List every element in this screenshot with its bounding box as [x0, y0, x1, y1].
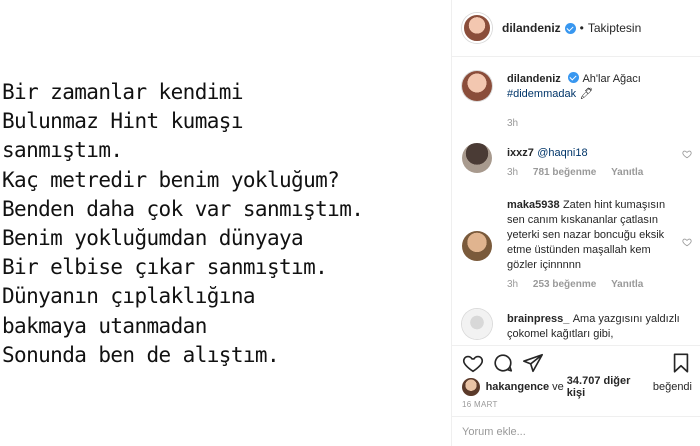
caption: dilandeniz Ah'lar Ağacı #didemmadak 🖊 3h [462, 71, 692, 141]
comment-likes[interactable]: 253 beğenme [533, 279, 596, 290]
avatar[interactable] [462, 143, 492, 173]
liker-username[interactable]: hakangence [486, 381, 550, 393]
verified-badge-icon [568, 72, 580, 83]
post-header: dilandeniz • Takiptesin [452, 0, 700, 57]
comment-item: brainpress_ Ama yazgısını yaldızlı çokom… [462, 309, 692, 345]
poem-line: Bir elbise çıkar sanmıştım. [2, 255, 328, 280]
post-date[interactable]: 16 MART [462, 400, 498, 409]
header-username[interactable]: dilandeniz [502, 21, 561, 35]
comments-list[interactable]: dilandeniz Ah'lar Ağacı #didemmadak 🖊 3h… [452, 57, 700, 345]
poem-line: bakmaya utanmadan [2, 313, 207, 338]
comment-time[interactable]: 3h [507, 279, 518, 290]
poem-line: Sonunda ben de alıştım. [2, 342, 280, 367]
comment-username[interactable]: brainpress_ [507, 313, 569, 325]
avatar[interactable] [462, 71, 492, 101]
avatar[interactable] [462, 309, 492, 339]
comment-likes[interactable]: 781 beğenme [533, 167, 596, 178]
separator-dot: • [579, 21, 584, 35]
likes-suffix: beğendi [652, 381, 692, 393]
comment-input[interactable] [462, 425, 682, 438]
heart-icon[interactable] [462, 352, 484, 374]
avatar[interactable] [462, 231, 492, 261]
caption-hashtag[interactable]: #didemmadak [507, 88, 576, 100]
poem-line: Benim yokluğumdan dünyaya [2, 226, 304, 251]
avatar[interactable] [462, 13, 492, 43]
comment-icon[interactable] [492, 352, 514, 374]
pen-emoji-icon: 🖊 [579, 88, 594, 100]
likes-count[interactable]: 34.707 diğer kişi [567, 375, 650, 399]
reply-button[interactable]: Yanıtla [611, 167, 643, 178]
caption-text: Ah'lar Ağacı [582, 73, 641, 85]
comment-like-heart-icon[interactable] [682, 149, 692, 159]
post-image: Bir zamanlar kendimi Bulunmaz Hint kumaş… [0, 0, 451, 446]
post-actions: hakangence ve 34.707 diğer kişi beğendi … [452, 345, 700, 445]
reply-button[interactable]: Yanıtla [611, 279, 643, 290]
caption-username[interactable]: dilandeniz [507, 73, 561, 85]
comment-item: maka5938 Zaten hint kumaşısın sen canım … [462, 195, 692, 295]
poem-line: Bir zamanlar kendimi [2, 80, 243, 104]
poem-line: sanmıştım. [2, 138, 123, 163]
caption-time[interactable]: 3h [507, 118, 518, 129]
following-button[interactable]: Takiptesin [588, 21, 641, 35]
likes-connector: ve [552, 381, 564, 393]
poem-text: Bir zamanlar kendimi Bulunmaz Hint kumaş… [0, 78, 451, 370]
poem-line: Benden daha çok var sanmıştım. [2, 196, 364, 221]
avatar [462, 378, 480, 396]
instagram-post-view: Bir zamanlar kendimi Bulunmaz Hint kumaş… [0, 0, 700, 446]
comment-like-heart-icon[interactable] [682, 237, 692, 247]
bookmark-icon[interactable] [670, 352, 692, 374]
comment-item: ixxz7 @haqni18 3h 781 beğenme Yanıtla [462, 143, 692, 183]
verified-badge-icon [564, 22, 576, 34]
add-comment-bar [452, 416, 700, 446]
comment-username[interactable]: maka5938 [507, 199, 560, 211]
poem-line: Bulunmaz Hint kumaşı [2, 109, 243, 134]
comment-text[interactable]: @haqni18 [537, 147, 587, 159]
poem-line: Dünyanın çıplaklığına [2, 284, 256, 309]
share-icon[interactable] [522, 352, 544, 374]
poem-line: Kaç metredir benim yokluğum? [2, 167, 340, 192]
comment-username[interactable]: ixxz7 [507, 147, 534, 159]
likes-summary[interactable]: hakangence ve 34.707 diğer kişi beğendi [462, 375, 692, 399]
action-icons-row [462, 352, 692, 374]
post-side-panel: dilandeniz • Takiptesin dilandeniz Ah'la… [451, 0, 700, 446]
comment-time[interactable]: 3h [507, 167, 518, 178]
